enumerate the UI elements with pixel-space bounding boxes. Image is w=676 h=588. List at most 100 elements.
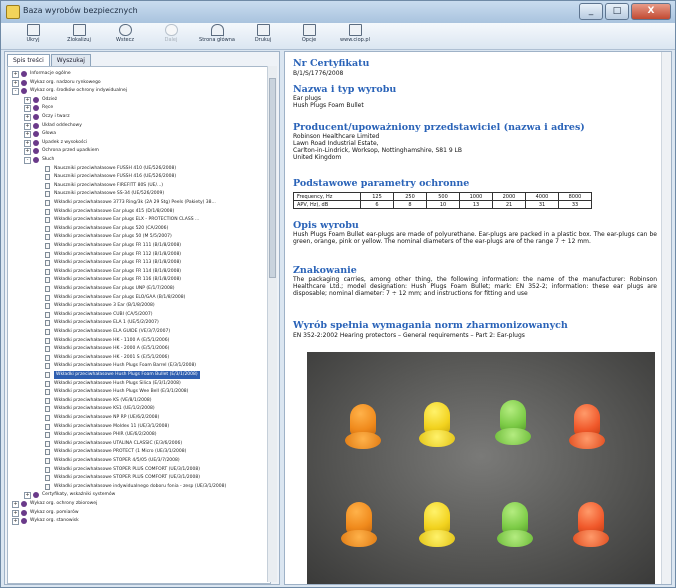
tree-document-item[interactable]: Wkładki przeciwhałasowe KS1 (UE/1/2/2008… [8, 405, 268, 413]
expand-icon[interactable]: + [12, 501, 19, 508]
home-button[interactable]: Strona główna [195, 24, 239, 48]
tree-folder-item[interactable]: + Głowa [8, 130, 268, 139]
tree-folder-item[interactable]: + Upadek z wysokości [8, 139, 268, 147]
tree-document-item[interactable]: Nauszniki przeciwhałasowe FIREFITT 80S (… [8, 182, 268, 190]
tree-document-item[interactable]: Wkładki przeciwhałasowe Ear plugs FR 114… [8, 268, 268, 276]
name-line-2: Hush Plugs Foam Bullet [293, 102, 364, 109]
tree-item-label: Wkładki przeciwhałasowe Ear plugs UNP (E… [54, 286, 175, 291]
tree-document-item[interactable]: Wkładki przeciwhałasowe Moldex 11 (UE/3/… [8, 423, 268, 431]
expand-icon[interactable]: + [24, 96, 31, 104]
tree-folder-item[interactable]: - Słuch [8, 156, 268, 164]
minimize-button[interactable]: _ [579, 3, 603, 20]
params-table-cell: 1000 [459, 192, 493, 201]
tree-item-label: Nauszniki przeciwhałasowe FUSSH 410 (UE/… [54, 165, 177, 171]
tree-folder-item[interactable]: + Certyfikaty, wskaźniki systemów [8, 491, 268, 500]
tab-search[interactable]: Wyszukaj [50, 54, 91, 66]
tree-document-item[interactable]: Wkładki przeciwhałasowe Ear plugs FR 112… [8, 251, 268, 259]
tree-document-item[interactable]: Wkładki przeciwhałasowe Ear plugs UNP (E… [8, 285, 268, 293]
tree-document-item[interactable]: Wkładki przeciwhałasowe HK - 2000 A (E/5… [8, 345, 268, 353]
options-button[interactable]: Opcje [287, 24, 331, 48]
tree-document-item[interactable]: Wkładki przeciwhałasowe ELA 1 (UE/5/2/20… [8, 319, 268, 327]
tree-folder-item[interactable]: + Odzież [8, 96, 268, 104]
forward-icon [164, 24, 178, 36]
tree-document-item[interactable]: Wkładki przeciwhałasowe HK - 2001 S (E/5… [8, 354, 268, 362]
tree-document-item[interactable]: Wkładki przeciwhałasowe STOPER PLUS COMF… [8, 474, 268, 482]
tree-document-item[interactable]: Wkładki przeciwhałasowe Ear plugs FR 111… [8, 242, 268, 250]
tree-document-item[interactable]: Wkładki przeciwhałasowe Hush Plugs Foam … [8, 371, 268, 379]
tree-document-item[interactable]: Nauszniki przeciwhałasowe FUSSH 416 (UE/… [8, 173, 268, 181]
expand-icon[interactable]: + [12, 79, 19, 87]
tree-document-item[interactable]: Wkładki przeciwhałasowe PHIR (UE/6/2/200… [8, 431, 268, 439]
web-button[interactable]: www.ciop.pl [333, 24, 377, 48]
tree-document-item[interactable]: Wkładki przeciwhałasowe Ear plugs 520 (C… [8, 225, 268, 233]
document-icon [45, 174, 50, 181]
tree-document-item[interactable]: Wkładki przeciwhałasowe Ear plugs ELX - … [8, 216, 268, 224]
print-icon [256, 24, 270, 36]
tree-document-item[interactable]: Nauszniki przeciwhałasowe SS-34 (UE/526/… [8, 190, 268, 198]
tree-document-item[interactable]: Wkładki przeciwhałasowe Ear plugs ELO/GA… [8, 294, 268, 302]
tree-document-item[interactable]: Wkładki przeciwhałasowe Hush Plugs Foam … [8, 362, 268, 370]
tab-contents[interactable]: Spis treści [7, 54, 50, 66]
tree-document-item[interactable]: Wkładki przeciwhałasowe KS (VE/8/1/2008) [8, 397, 268, 405]
tree-document-item[interactable]: Wkładki przeciwhałasowe STOPER PLUS COMF… [8, 466, 268, 474]
tree-document-item[interactable]: Wkładki przeciwhałasowe Hush Plugs Wee B… [8, 388, 268, 396]
tree-document-item[interactable]: Wkładki przeciwhałasowe 3 Ear (B/1/8/200… [8, 302, 268, 310]
tree-folder-item[interactable]: + Ręce [8, 104, 268, 113]
tree-folder-item[interactable]: + Ochrona przed upadkiem [8, 147, 268, 156]
tree-document-item[interactable]: Wkładki przeciwhałasowe 3773 Ring/3k (2A… [8, 199, 268, 207]
maximize-button[interactable]: □ [605, 3, 629, 20]
params-table-cell: 8000 [558, 192, 592, 201]
tree-folder-item[interactable]: + Informacje ogólne [8, 70, 268, 78]
tree-folder-item[interactable]: - Wykaz org. środków ochrony indywidualne… [8, 87, 268, 96]
expand-icon[interactable]: + [24, 148, 31, 156]
expand-icon[interactable]: + [24, 139, 31, 147]
tree-document-item[interactable]: Wkładki przeciwhałasowe PROTECT (1 Micro… [8, 448, 268, 456]
forward-button[interactable]: Dalej [149, 24, 193, 48]
tree-scrollbar-thumb[interactable] [269, 78, 276, 278]
tree-document-item[interactable]: Wkładki przeciwhałasowe NP RP (UE/6/2/20… [8, 414, 268, 422]
tree-document-item[interactable]: Wkładki przeciwhałasowe indywidualnego d… [8, 483, 268, 491]
tree-scrollbar[interactable] [267, 66, 277, 582]
expand-icon[interactable]: + [24, 105, 31, 113]
tree-folder-item[interactable]: + Wykaz org. pomiarów [8, 509, 268, 517]
tree-document-item[interactable]: Wkładki przeciwhałasowe STOPER 4/5/05 (U… [8, 457, 268, 465]
tree-folder-item[interactable]: + Wykaz org. nadzoru rynkowego [8, 79, 268, 87]
tree-folder-item[interactable]: + Układ oddechowy [8, 122, 268, 130]
close-button[interactable]: X [631, 3, 671, 20]
tree-item-label: Wkładki przeciwhałasowe HK - 1100 A (E/5… [54, 337, 170, 343]
tree-item-label: Wkładki przeciwhałasowe 3 Ear (B/1/8/200… [54, 303, 155, 309]
tree-document-item[interactable]: Wkładki przeciwhałasowe UTALINA CLASSIC … [8, 440, 268, 448]
tree-folder-item[interactable]: + Oczy i twarz [8, 113, 268, 121]
tree-document-item[interactable]: Wkładki przeciwhałasowe Hush Plugs Silic… [8, 380, 268, 388]
tree-document-item[interactable]: Wkładki przeciwhałasowe ELA GUIDE (VE/3/… [8, 328, 268, 336]
expand-icon[interactable]: + [12, 509, 19, 517]
hide-button[interactable]: Ukryj [11, 24, 55, 48]
tree-document-item[interactable]: Wkładki przeciwhałasowe CUBI (CA/5/2007) [8, 311, 268, 319]
content-scrollbar[interactable] [661, 52, 671, 584]
document-icon [45, 165, 50, 172]
tree-document-item[interactable]: Wkładki przeciwhałasowe Ear plugs 415 (D… [8, 208, 268, 216]
expand-icon[interactable]: + [24, 492, 31, 500]
tree-item-label: Wkładki przeciwhałasowe PROTECT (1 Micro… [54, 449, 187, 455]
expand-icon[interactable]: + [12, 71, 19, 78]
expand-icon[interactable]: + [24, 114, 31, 121]
tree-document-item[interactable]: Wkładki przeciwhałasowe Ear plugs 50 (M … [8, 233, 268, 241]
back-button[interactable]: Wstecz [103, 24, 147, 48]
expand-icon[interactable]: + [24, 131, 31, 139]
tree-document-item[interactable]: Wkładki przeciwhałasowe Ear plugs FR 113… [8, 259, 268, 267]
collapse-icon[interactable]: - [24, 157, 31, 164]
title-bar[interactable]: Baza wyrobów bezpiecznych _ □ X [1, 1, 675, 23]
locate-button[interactable]: Zlokalizuj [57, 24, 101, 48]
tree-folder-item[interactable]: + Wykaz org. stanowisk [8, 517, 268, 526]
params-table-cell: 2000 [492, 192, 526, 201]
tree-folder-item[interactable]: + Wykaz org. ochrony zbiorowej [8, 500, 268, 508]
document-icon [45, 303, 50, 310]
tree-document-item[interactable]: Wkładki przeciwhałasowe HK - 1100 A (E/5… [8, 337, 268, 345]
locate-icon [72, 24, 86, 36]
tree-document-item[interactable]: Wkładki przeciwhałasowe Ear plugs FR 116… [8, 276, 268, 284]
expand-icon[interactable]: + [12, 518, 19, 526]
expand-icon[interactable]: + [24, 122, 31, 130]
print-button[interactable]: Drukuj [241, 24, 285, 48]
collapse-icon[interactable]: - [12, 88, 19, 96]
tree-document-item[interactable]: Nauszniki przeciwhałasowe FUSSH 410 (UE/… [8, 165, 268, 173]
